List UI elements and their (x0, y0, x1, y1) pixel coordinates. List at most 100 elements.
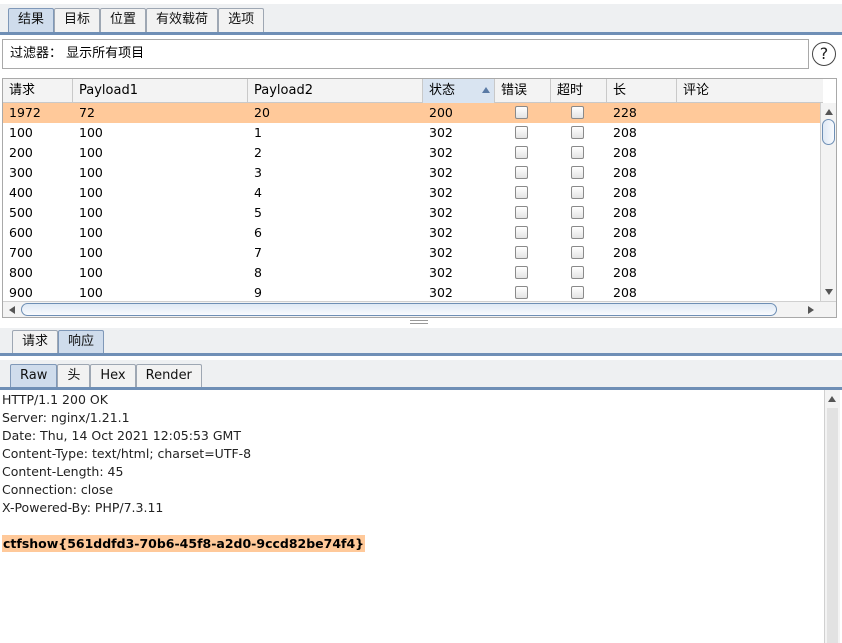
response-vertical-scrollbar[interactable] (824, 390, 840, 643)
timeout-checkbox[interactable] (571, 266, 584, 279)
response-header-line: Content-Type: text/html; charset=UTF-8 (2, 446, 252, 461)
tab-results[interactable]: 结果 (8, 8, 55, 32)
error-checkbox[interactable] (515, 146, 528, 159)
response-body-flag: ctfshow{561ddfd3-70b6-45f8-a2d0-9ccd82be… (2, 535, 366, 552)
timeout-checkbox[interactable] (571, 126, 584, 139)
cell-length: 208 (613, 265, 637, 280)
table-row[interactable]: 400 100 4 302 208 (3, 183, 821, 203)
cell-payload2: 20 (254, 105, 270, 120)
error-checkbox[interactable] (515, 166, 528, 179)
tab-response[interactable]: 响应 (58, 330, 105, 354)
error-checkbox[interactable] (515, 246, 528, 259)
error-checkbox[interactable] (515, 206, 528, 219)
table-row[interactable]: 200 100 2 302 208 (3, 143, 821, 163)
table-row[interactable]: 900 100 9 302 208 (3, 283, 821, 301)
cell-comment (677, 243, 683, 263)
tab-positions[interactable]: 位置 (100, 8, 147, 32)
cell-payload2: 4 (254, 185, 262, 200)
cell-request: 700 (9, 245, 33, 260)
tab-request[interactable]: 请求 (12, 330, 59, 354)
response-viewer[interactable]: HTTP/1.1 200 OK Server: nginx/1.21.1 Dat… (0, 390, 824, 643)
scroll-left-icon[interactable] (9, 306, 15, 314)
cell-request: 600 (9, 225, 33, 240)
table-body: 1972 72 20 200 228 100 100 1 302 208 200 100 2 302 208… (3, 103, 821, 301)
response-header-line: Server: nginx/1.21.1 (2, 410, 130, 425)
column-header-status[interactable]: 状态 (423, 79, 495, 103)
response-header-line: Connection: close (2, 482, 114, 497)
cell-payload2: 8 (254, 265, 262, 280)
cell-status: 302 (429, 265, 453, 280)
table-row[interactable]: 800 100 8 302 208 (3, 263, 821, 283)
tab-divider (0, 353, 842, 356)
filter-bar[interactable]: 过滤器： 显示所有项目 (2, 39, 809, 69)
error-checkbox[interactable] (515, 186, 528, 199)
table-row[interactable]: 300 100 3 302 208 (3, 163, 821, 183)
error-checkbox[interactable] (515, 226, 528, 239)
tab-target[interactable]: 目标 (54, 8, 101, 32)
cell-comment (677, 263, 683, 283)
tab-options[interactable]: 选项 (218, 8, 265, 32)
cell-payload1: 100 (79, 265, 103, 280)
cell-comment (677, 143, 683, 163)
cell-status: 302 (429, 185, 453, 200)
table-row[interactable]: 500 100 5 302 208 (3, 203, 821, 223)
cell-payload1: 100 (79, 205, 103, 220)
timeout-checkbox[interactable] (571, 106, 584, 119)
timeout-checkbox[interactable] (571, 246, 584, 259)
timeout-checkbox[interactable] (571, 166, 584, 179)
column-header-error[interactable]: 错误 (495, 79, 551, 103)
scroll-thumb[interactable] (822, 119, 835, 145)
column-header-request[interactable]: 请求 (3, 79, 73, 103)
error-checkbox[interactable] (515, 126, 528, 139)
table-row[interactable]: 700 100 7 302 208 (3, 243, 821, 263)
cell-status: 200 (429, 105, 453, 120)
cell-request: 800 (9, 265, 33, 280)
tab-hex[interactable]: Hex (90, 364, 136, 388)
cell-payload1: 100 (79, 285, 103, 300)
tab-raw[interactable]: Raw (10, 364, 58, 388)
scroll-down-icon[interactable] (825, 289, 833, 295)
timeout-checkbox[interactable] (571, 286, 584, 299)
scroll-up-icon[interactable] (828, 396, 836, 402)
timeout-checkbox[interactable] (571, 226, 584, 239)
cell-comment (677, 283, 683, 301)
cell-status: 302 (429, 145, 453, 160)
cell-length: 208 (613, 145, 637, 160)
timeout-checkbox[interactable] (571, 206, 584, 219)
scroll-up-icon[interactable] (825, 109, 833, 115)
error-checkbox[interactable] (515, 106, 528, 119)
table-vertical-scrollbar[interactable] (820, 103, 836, 301)
cell-payload1: 100 (79, 185, 103, 200)
cell-status: 302 (429, 205, 453, 220)
error-checkbox[interactable] (515, 286, 528, 299)
timeout-checkbox[interactable] (571, 146, 584, 159)
cell-payload2: 6 (254, 225, 262, 240)
timeout-checkbox[interactable] (571, 186, 584, 199)
split-pane-handle[interactable] (410, 320, 428, 324)
table-row[interactable]: 1972 72 20 200 228 (3, 103, 821, 123)
scroll-right-icon[interactable] (808, 306, 814, 314)
tab-headers[interactable]: 头 (57, 364, 91, 388)
table-horizontal-scrollbar[interactable] (3, 301, 836, 317)
table-row[interactable]: 600 100 6 302 208 (3, 223, 821, 243)
response-status-line: HTTP/1.1 200 OK (2, 392, 108, 407)
cell-payload2: 7 (254, 245, 262, 260)
cell-status: 302 (429, 225, 453, 240)
table-row[interactable]: 100 100 1 302 208 (3, 123, 821, 143)
column-header-payload1[interactable]: Payload1 (73, 79, 248, 103)
tab-render[interactable]: Render (135, 364, 202, 388)
cell-status: 302 (429, 165, 453, 180)
scroll-thumb-horizontal[interactable] (21, 303, 777, 316)
help-icon[interactable]: ? (812, 42, 836, 66)
column-header-length[interactable]: 长 (607, 79, 677, 103)
scroll-track[interactable] (827, 408, 838, 643)
cell-length: 208 (613, 285, 637, 300)
cell-request: 200 (9, 145, 33, 160)
error-checkbox[interactable] (515, 266, 528, 279)
column-header-comment[interactable]: 评论 (677, 79, 823, 103)
column-header-payload2[interactable]: Payload2 (248, 79, 423, 103)
response-header-line: Date: Thu, 14 Oct 2021 12:05:53 GMT (2, 428, 241, 443)
column-header-timeout[interactable]: 超时 (551, 79, 607, 103)
tab-payloads[interactable]: 有效载荷 (146, 8, 219, 32)
cell-comment (677, 203, 683, 223)
